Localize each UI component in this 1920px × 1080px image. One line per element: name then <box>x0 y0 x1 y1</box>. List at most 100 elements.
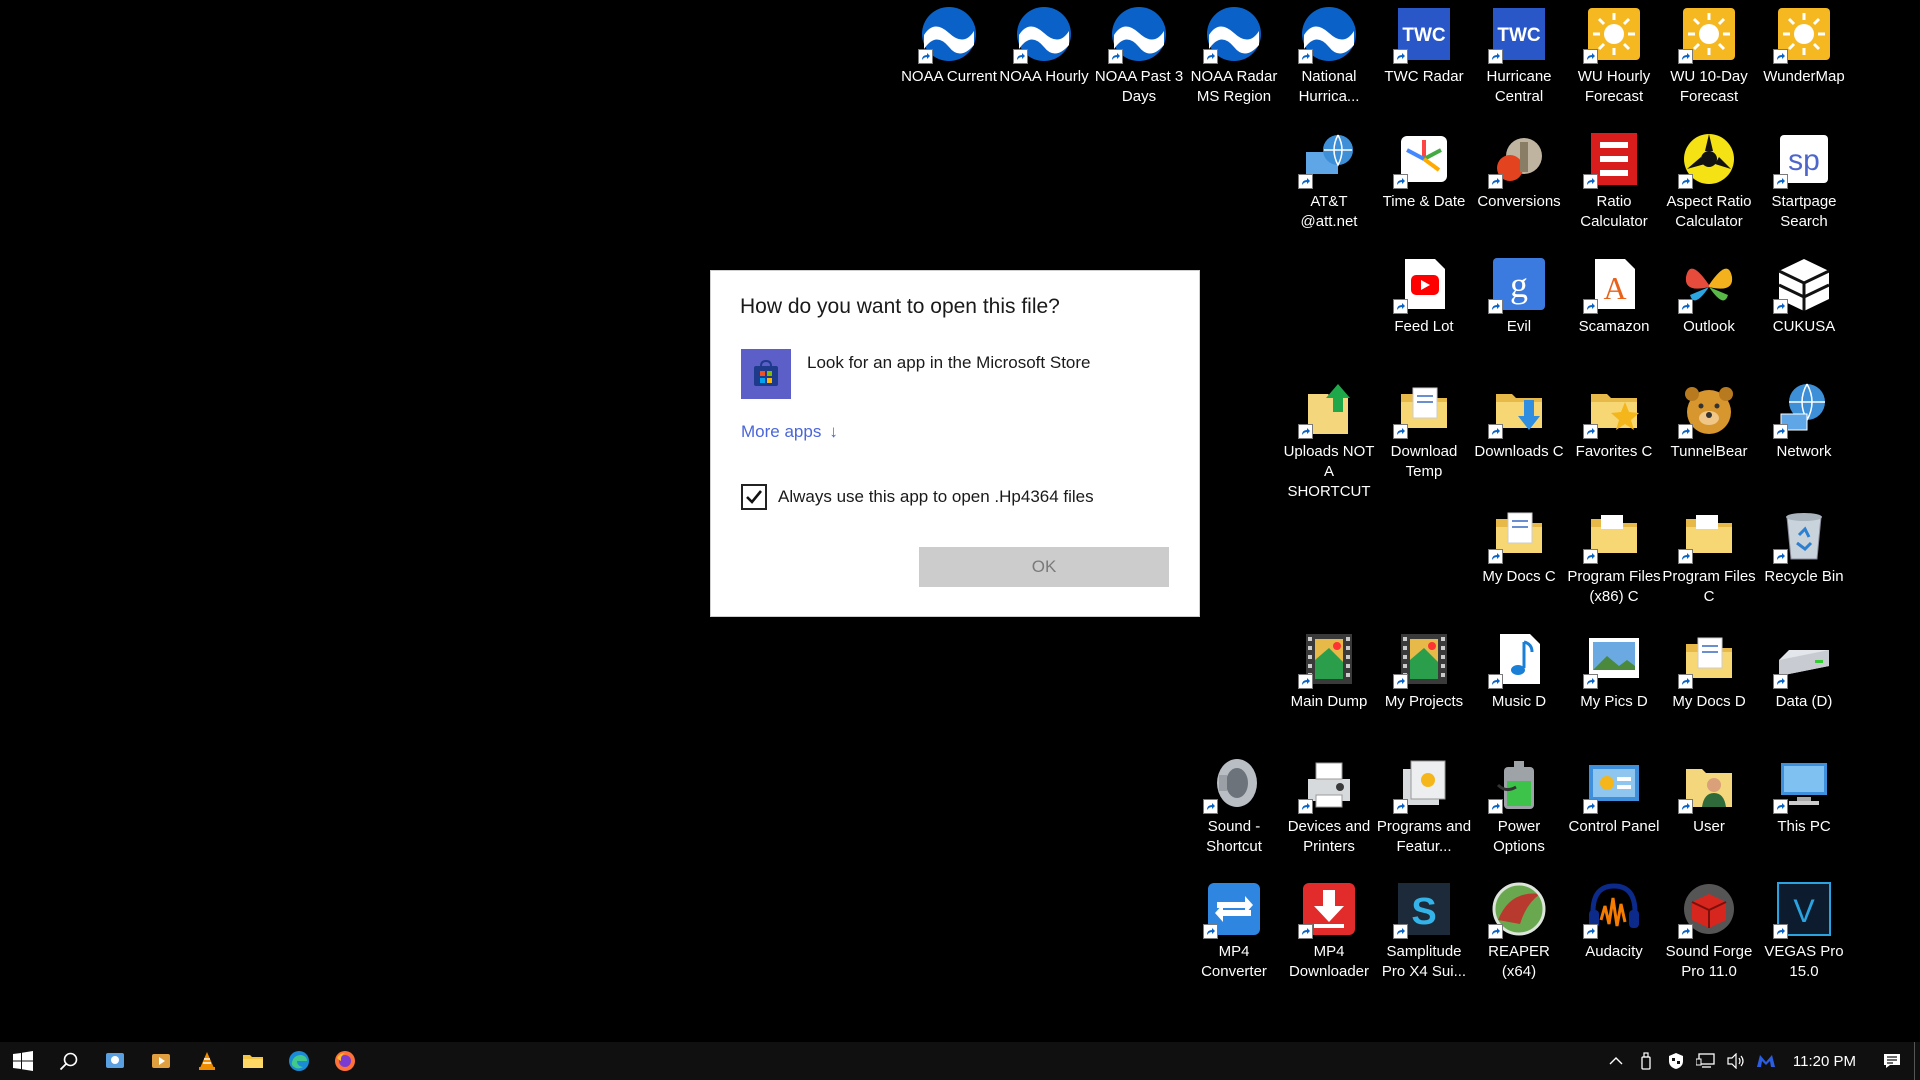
desktop-shortcut[interactable]: Data (D) <box>1756 629 1852 712</box>
shortcut-arrow-icon <box>1773 799 1788 814</box>
shortcut-arrow-icon <box>1583 49 1598 64</box>
desktop-shortcut[interactable]: Aspect Ratio Calculator <box>1661 129 1757 232</box>
shortcut-label: Music D <box>1491 693 1547 710</box>
desktop-shortcut[interactable]: Recycle Bin <box>1756 504 1852 587</box>
desktop-shortcut[interactable]: WunderMap <box>1756 4 1852 87</box>
desktop-shortcut[interactable]: Conversions <box>1471 129 1567 212</box>
desktop-shortcut[interactable]: This PC <box>1756 754 1852 837</box>
desktop-shortcut[interactable]: sp Startpage Search <box>1756 129 1852 232</box>
shortcut-label: Uploads NOT A SHORTCUT <box>1283 443 1375 500</box>
media-player-icon <box>152 1054 170 1068</box>
desktop-shortcut[interactable]: S Samplitude Pro X4 Sui... <box>1376 879 1472 982</box>
start-button[interactable] <box>0 1042 46 1080</box>
shortcut-label: Main Dump <box>1290 693 1368 710</box>
desktop-shortcut[interactable]: Devices and Printers <box>1281 754 1377 857</box>
desktop-shortcut[interactable]: MP4 Downloader <box>1281 879 1377 982</box>
desktop-shortcut[interactable]: Network <box>1756 379 1852 462</box>
desktop-shortcut[interactable]: NOAA Hourly <box>996 4 1092 87</box>
desktop-shortcut[interactable]: Ratio Calculator <box>1566 129 1662 232</box>
always-use-label: Always use this app to open .Hp4364 file… <box>778 487 1094 506</box>
desktop-shortcut[interactable]: Feed Lot <box>1376 254 1472 337</box>
desktop-shortcut[interactable]: Sound Forge Pro 11.0 <box>1661 879 1757 982</box>
shortcut-image <box>1488 754 1548 814</box>
desktop-shortcut[interactable]: Program Files C <box>1661 504 1757 607</box>
desktop-shortcut[interactable]: A Scamazon <box>1566 254 1662 337</box>
shortcut-label: National Hurrica... <box>1298 68 1360 105</box>
show-desktop-button[interactable] <box>1914 1042 1920 1080</box>
taskbar-vlc[interactable] <box>184 1042 230 1080</box>
desktop-shortcut[interactable]: AT&T @att.net <box>1281 129 1377 232</box>
desktop-shortcut[interactable]: Program Files (x86) C <box>1566 504 1662 607</box>
taskbar-clock[interactable]: 11:20 PM <box>1781 1053 1870 1070</box>
desktop-shortcut[interactable]: WU Hourly Forecast <box>1566 4 1662 107</box>
desktop-shortcut[interactable]: User <box>1661 754 1757 837</box>
tray-security[interactable] <box>1661 1042 1691 1080</box>
shortcut-label: MP4 Converter <box>1201 943 1267 980</box>
desktop-shortcut[interactable]: NOAA Current <box>901 4 997 87</box>
shortcut-label: Startpage Search <box>1771 193 1837 230</box>
tray-network[interactable] <box>1691 1042 1721 1080</box>
desktop-shortcut[interactable]: Programs and Featur... <box>1376 754 1472 857</box>
desktop-shortcut[interactable]: Downloads C <box>1471 379 1567 462</box>
shortcut-image: g <box>1488 254 1548 314</box>
desktop-shortcut[interactable]: Audacity <box>1566 879 1662 962</box>
desktop-shortcut[interactable]: TWC Hurricane Central <box>1471 4 1567 107</box>
desktop-shortcut[interactable]: Control Panel <box>1566 754 1662 837</box>
microsoft-store-option[interactable]: Look for an app in the Microsoft Store <box>741 349 1091 399</box>
svg-text:V: V <box>1793 893 1815 929</box>
tray-volume[interactable] <box>1721 1042 1751 1080</box>
desktop-shortcut[interactable]: Sound - Shortcut <box>1186 754 1282 857</box>
desktop-shortcut[interactable]: NOAA Past 3 Days <box>1091 4 1187 107</box>
desktop-shortcut[interactable]: Download Temp <box>1376 379 1472 482</box>
shortcut-image <box>1583 629 1643 689</box>
chevron-up-icon <box>1609 1057 1623 1065</box>
taskbar-file-explorer[interactable] <box>230 1042 276 1080</box>
shortcut-label: My Docs D <box>1672 693 1746 710</box>
desktop-shortcut[interactable]: WU 10-Day Forecast <box>1661 4 1757 107</box>
desktop-shortcut[interactable]: Favorites C <box>1566 379 1662 462</box>
desktop-shortcut[interactable]: Main Dump <box>1281 629 1377 712</box>
desktop-shortcut[interactable]: National Hurrica... <box>1281 4 1377 107</box>
shortcut-image <box>1488 879 1548 939</box>
desktop-shortcut[interactable]: My Docs D <box>1661 629 1757 712</box>
desktop-shortcut[interactable]: Music D <box>1471 629 1567 712</box>
shortcut-label: Evil <box>1506 318 1532 335</box>
desktop-shortcut[interactable]: My Pics D <box>1566 629 1662 712</box>
desktop-shortcut[interactable]: V VEGAS Pro 15.0 <box>1756 879 1852 982</box>
always-use-checkbox[interactable] <box>741 484 767 510</box>
shortcut-label: WunderMap <box>1763 68 1845 85</box>
desktop-shortcut[interactable]: CUKUSA <box>1756 254 1852 337</box>
taskbar-app-1[interactable] <box>92 1042 138 1080</box>
desktop-shortcut[interactable]: Power Options <box>1471 754 1567 857</box>
desktop-shortcut[interactable]: Uploads NOT A SHORTCUT <box>1281 379 1377 502</box>
shortcut-label: My Pics D <box>1580 693 1648 710</box>
shortcut-image <box>1583 4 1643 64</box>
show-hidden-icons-button[interactable] <box>1601 1042 1631 1080</box>
shortcut-arrow-icon <box>1203 49 1218 64</box>
more-apps-link[interactable]: More apps ↓ <box>741 422 838 442</box>
taskbar-edge[interactable] <box>276 1042 322 1080</box>
taskbar-app-2[interactable] <box>138 1042 184 1080</box>
desktop-shortcut[interactable]: REAPER (x64) <box>1471 879 1567 982</box>
vlc-icon <box>199 1052 215 1070</box>
always-use-row[interactable]: Always use this app to open .Hp4364 file… <box>741 484 1094 510</box>
desktop-shortcut[interactable]: Time & Date <box>1376 129 1472 212</box>
taskbar-firefox[interactable] <box>322 1042 368 1080</box>
desktop-shortcut[interactable]: My Docs C <box>1471 504 1567 587</box>
shortcut-arrow-icon <box>1298 924 1313 939</box>
desktop-shortcut[interactable]: Outlook <box>1661 254 1757 337</box>
ok-button[interactable]: OK <box>919 547 1169 587</box>
desktop-shortcut[interactable]: TWC TWC Radar <box>1376 4 1472 87</box>
shortcut-image <box>1678 254 1738 314</box>
desktop-shortcut[interactable]: MP4 Converter <box>1186 879 1282 982</box>
desktop-shortcut[interactable]: TunnelBear <box>1661 379 1757 462</box>
search-button[interactable] <box>46 1042 92 1080</box>
tray-usb[interactable] <box>1631 1042 1661 1080</box>
desktop-shortcut[interactable]: NOAA Radar MS Region <box>1186 4 1282 107</box>
shortcut-image <box>1393 129 1453 189</box>
action-center-button[interactable] <box>1870 1042 1914 1080</box>
desktop-shortcut[interactable]: My Projects <box>1376 629 1472 712</box>
tray-malwarebytes[interactable] <box>1751 1042 1781 1080</box>
desktop-shortcut[interactable]: g Evil <box>1471 254 1567 337</box>
search-icon <box>59 1052 78 1071</box>
